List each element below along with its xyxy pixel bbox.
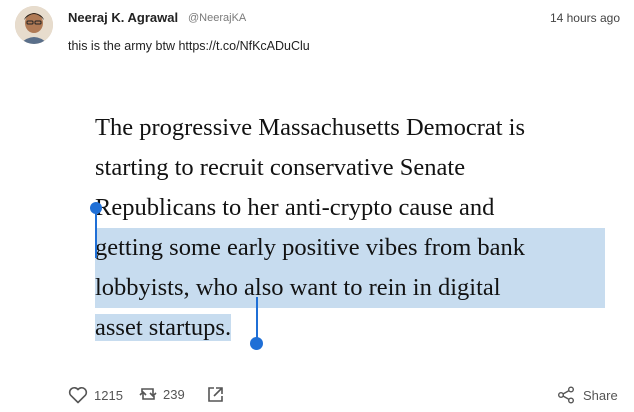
selection-end-handle[interactable] bbox=[250, 337, 263, 350]
quoted-line-6: asset startups. bbox=[95, 308, 605, 348]
quoted-screenshot-image: The progressive Massachusetts Democrat i… bbox=[95, 108, 605, 348]
retweet-icon bbox=[139, 388, 157, 400]
author-handle[interactable]: @NeerajKA bbox=[188, 12, 246, 24]
quoted-line-5-selected: lobbyists, who also want to rein in digi… bbox=[95, 268, 605, 308]
author-name[interactable]: Neeraj K. Agrawal bbox=[68, 10, 178, 25]
open-external-button[interactable] bbox=[207, 386, 224, 403]
quoted-line-2: starting to recruit conservative Senate bbox=[95, 154, 466, 181]
share-icon bbox=[558, 386, 574, 404]
like-button[interactable]: 1215 bbox=[68, 386, 123, 404]
quoted-line-1: The progressive Massachusetts Democrat i… bbox=[95, 114, 525, 141]
heart-icon bbox=[68, 386, 88, 404]
share-label: Share bbox=[583, 387, 618, 403]
share-button[interactable]: Share bbox=[557, 386, 618, 404]
selection-end-bar bbox=[256, 297, 258, 342]
retweet-count: 239 bbox=[163, 386, 185, 402]
like-count: 1215 bbox=[94, 387, 123, 403]
quoted-line-4-selected: getting some early positive vibes from b… bbox=[95, 228, 605, 268]
avatar[interactable] bbox=[15, 6, 53, 44]
action-bar: 1215 239 Share bbox=[0, 386, 634, 410]
selection-start-bar bbox=[95, 208, 97, 258]
timestamp[interactable]: 14 hours ago bbox=[550, 11, 620, 25]
retweet-button[interactable]: 239 bbox=[139, 386, 185, 402]
quoted-line-6-selected: asset startups. bbox=[95, 314, 232, 341]
quoted-line-3: Republicans to her anti-crypto cause and bbox=[95, 194, 495, 221]
external-link-icon bbox=[208, 387, 223, 402]
tweet-text: this is the army btw https://t.co/NfKcAD… bbox=[68, 39, 310, 53]
selection-start-handle[interactable] bbox=[90, 202, 102, 214]
